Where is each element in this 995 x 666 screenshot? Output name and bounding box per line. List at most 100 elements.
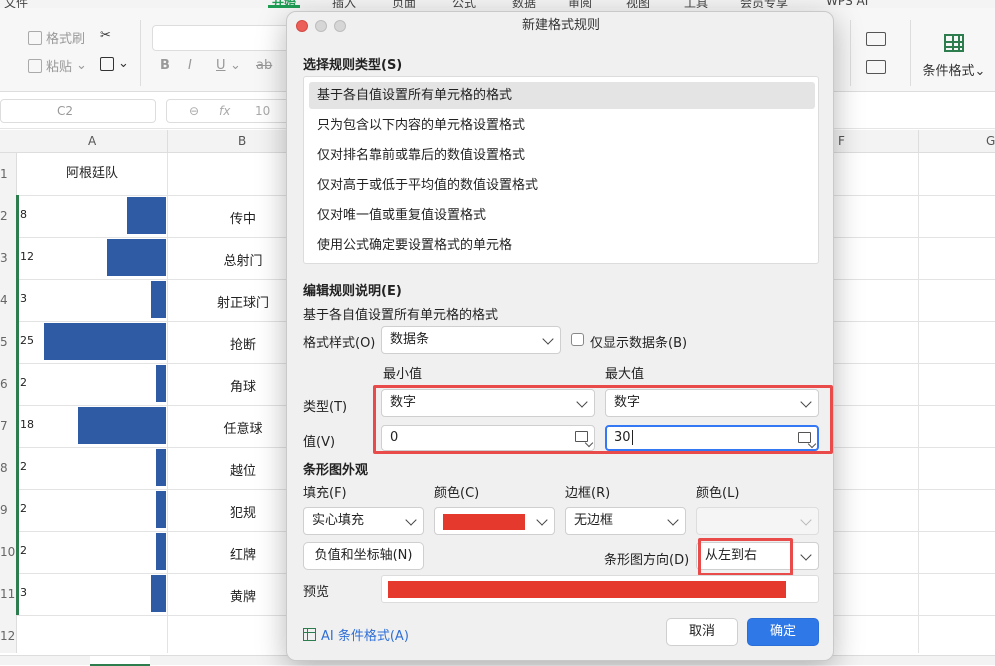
chevron-down-icon — [405, 514, 417, 526]
row-header[interactable]: 11 — [0, 587, 17, 601]
min-type-select[interactable]: 数字 — [381, 389, 595, 417]
rule-type-item[interactable]: 仅对唯一值或重复值设置格式 — [309, 202, 815, 229]
chevron-down-icon: ⌄ — [118, 56, 129, 71]
edit-rule-subtitle: 基于各自值设置所有单元格的格式 — [303, 308, 499, 323]
menu-tab-review[interactable]: 审阅 — [568, 0, 592, 8]
range-picker-icon[interactable] — [575, 431, 588, 442]
italic-icon[interactable]: I — [188, 58, 192, 73]
cell-value: 12 — [20, 250, 34, 263]
fill-color-select[interactable] — [434, 507, 555, 535]
format-style-select[interactable]: 数据条 — [381, 326, 561, 354]
formula-input[interactable]: ⊖ fx 10 — [166, 99, 291, 123]
range-picker-icon[interactable] — [798, 432, 811, 443]
cell-value: 8 — [20, 208, 27, 221]
table-row[interactable]: 3 黄牌 — [17, 573, 317, 615]
cell-value: 18 — [20, 418, 34, 431]
rule-type-item[interactable]: 只为包含以下内容的单元格设置格式 — [309, 112, 815, 139]
menu-tab-formula[interactable]: 公式 — [452, 0, 476, 8]
border-label: 边框(R) — [565, 486, 611, 501]
row-header[interactable]: 10 — [0, 545, 17, 559]
menu-tab-data[interactable]: 数据 — [512, 0, 536, 8]
menu-tab-member[interactable]: 会员专享 — [740, 0, 788, 8]
cell-value: 3 — [20, 292, 27, 305]
table-row[interactable]: 12 总射门 — [17, 237, 317, 279]
column-divider — [918, 130, 919, 153]
table-row[interactable]: 3 射正球门 — [17, 279, 317, 321]
rule-type-item[interactable]: 仅对高于或低于平均值的数值设置格式 — [309, 172, 815, 199]
cancel-button[interactable]: 取消 — [666, 618, 738, 646]
value-label: 值(V) — [303, 435, 336, 450]
bar-direction-label: 条形图方向(D) — [604, 553, 690, 568]
rule-type-item[interactable]: 使用公式确定要设置格式的单元格 — [309, 232, 815, 259]
row-header[interactable]: 2 — [0, 209, 17, 223]
row-header[interactable]: 7 — [0, 419, 17, 433]
font-name-box[interactable] — [152, 25, 292, 51]
chevron-down-icon — [576, 396, 588, 408]
menu-tab-insert[interactable]: 插入 — [332, 0, 356, 8]
table-row[interactable]: 25 抢断 — [17, 321, 317, 363]
column-header-f[interactable]: F — [838, 134, 845, 148]
chevron-down-icon — [667, 514, 679, 526]
row-header[interactable]: 5 — [0, 335, 17, 349]
ai-conditional-format-link[interactable]: AI 条件格式(A) — [303, 625, 409, 644]
zoom-icon[interactable]: ⊖ — [189, 100, 199, 122]
data-bar — [44, 323, 166, 360]
column-header-b[interactable]: B — [238, 134, 246, 148]
table-row[interactable]: 2 红牌 — [17, 531, 317, 573]
row-header[interactable]: 6 — [0, 377, 17, 391]
table-row[interactable]: 8 传中 — [17, 195, 317, 237]
underline-icon[interactable]: U — [216, 58, 226, 73]
rule-type-item-selected[interactable]: 基于各自值设置所有单元格的格式 — [309, 82, 815, 109]
conditional-format-button[interactable]: 条件格式⌄ — [918, 34, 990, 84]
type-label: 类型(T) — [303, 400, 348, 415]
ribbon-divider — [850, 20, 851, 86]
row-header[interactable]: 1 — [0, 167, 17, 181]
strikethrough-icon[interactable]: ab — [256, 58, 272, 73]
table-row[interactable]: 2 越位 — [17, 447, 317, 489]
row-header[interactable]: 4 — [0, 293, 17, 307]
max-type-select[interactable]: 数字 — [605, 389, 819, 417]
paste-button[interactable]: 粘贴 ⌄ — [28, 56, 87, 75]
fx-icon[interactable]: fx — [219, 100, 230, 122]
name-box[interactable]: C2 — [0, 99, 156, 123]
close-icon[interactable] — [296, 20, 308, 32]
rule-type-item[interactable]: 仅对排名靠前或靠后的数值设置格式 — [309, 142, 815, 169]
cut-button[interactable]: ✂ — [100, 28, 111, 43]
table-row[interactable]: 2 角球 — [17, 363, 317, 405]
table-row[interactable]: 18 任意球 — [17, 405, 317, 447]
bold-icon[interactable]: B — [160, 58, 170, 73]
chevron-down-icon[interactable]: ⌄ — [230, 58, 241, 73]
data-bar — [156, 365, 166, 402]
negative-axis-button[interactable]: 负值和坐标轴(N) — [303, 542, 424, 570]
column-header-a[interactable]: A — [88, 134, 96, 148]
menu-tab-wps-ai[interactable]: WPS AI — [826, 0, 868, 8]
border-select[interactable]: 无边框 — [565, 507, 686, 535]
format-painter-button[interactable]: 格式刷 — [28, 28, 85, 47]
min-value-input[interactable]: 0 — [381, 425, 595, 451]
chevron-down-icon — [800, 514, 812, 526]
fill-select[interactable]: 实心填充 — [303, 507, 424, 535]
menu-tab-file[interactable]: 文件 — [4, 0, 28, 8]
copy-button[interactable]: ⌄ — [100, 56, 129, 71]
row-header[interactable]: 12 — [0, 629, 17, 643]
format-style-label: 格式样式(O) — [303, 336, 376, 351]
row-header[interactable]: 3 — [0, 251, 17, 265]
max-value-input[interactable]: 30 — [605, 425, 819, 451]
menu-tab-view[interactable]: 视图 — [626, 0, 650, 8]
preview-box — [381, 575, 819, 603]
ok-button[interactable]: 确定 — [747, 618, 819, 646]
menu-tab-page[interactable]: 页面 — [392, 0, 416, 8]
cell-style-icon[interactable] — [866, 60, 886, 74]
table-style-icon[interactable] — [866, 32, 886, 46]
row-header[interactable]: 8 — [0, 461, 17, 475]
only-show-bar-checkbox[interactable] — [571, 333, 584, 346]
cell-a1[interactable]: 阿根廷队 — [17, 153, 167, 195]
row-header[interactable]: 9 — [0, 503, 17, 517]
data-bar — [107, 239, 166, 276]
chevron-down-icon: ⌄ — [974, 64, 986, 79]
column-header-g[interactable]: G — [986, 134, 995, 148]
table-row[interactable]: 2 犯规 — [17, 489, 317, 531]
menu-tab-tools[interactable]: 工具 — [684, 0, 708, 8]
dialog-title: 新建格式规则 — [521, 18, 600, 33]
fill-color-swatch — [443, 514, 525, 530]
